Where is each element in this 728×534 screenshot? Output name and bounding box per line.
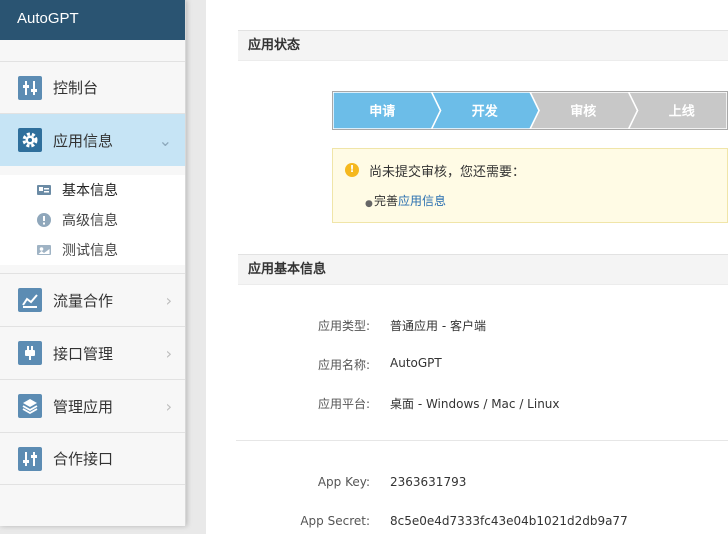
chevron-down-icon: ⌄	[158, 130, 172, 150]
field-value-app-secret: 8c5e0e4d7333fc43e04b1021d2db9a77	[390, 514, 628, 528]
warning-icon: !	[345, 163, 359, 177]
test-card-icon	[37, 243, 51, 257]
step-3-label: 审核	[570, 104, 596, 120]
sidebar-item-label: 控制台	[53, 79, 99, 97]
field-label-app-key: App Key:	[317, 475, 370, 489]
sliders-icon	[18, 446, 42, 471]
console-icon	[18, 75, 42, 100]
field-label-platform: 应用平台:	[317, 397, 370, 411]
layers-icon	[18, 394, 42, 418]
app-brand: AutoGPT	[0, 0, 185, 40]
info-icon	[37, 213, 51, 227]
sidebar-item-label: 接口管理	[53, 344, 114, 363]
chart-icon	[18, 288, 42, 312]
notice-box: ! 尚未提交审核，您还需要： ● 完善应用信息	[332, 148, 728, 223]
sidebar-item-manage-apps[interactable]: 管理应用 ›	[0, 379, 185, 432]
chevron-right-icon: ›	[165, 290, 172, 310]
subnav-item-label: 测试信息	[62, 243, 118, 259]
notice-todo: 完善应用信息	[374, 192, 446, 209]
subnav-item-label: 高级信息	[62, 213, 118, 229]
field-value-app-key: 2363631793	[390, 475, 467, 489]
bullet-dot: ●	[365, 199, 373, 209]
section-title-basic: 应用基本信息	[238, 254, 728, 285]
sidebar-item-label: 管理应用	[53, 397, 114, 416]
subnav-item-label: 基本信息	[62, 183, 118, 199]
step-1-label: 申请	[369, 104, 395, 120]
field-label-type: 应用类型:	[317, 319, 370, 333]
subnav-item-basic-info[interactable]: 基本信息	[0, 175, 185, 205]
gear-icon	[18, 128, 42, 152]
sidebar: AutoGPT 控制台 应用信息 ⌄ 基本信息 高级信息 测试信息 流量合作 ›…	[0, 0, 186, 526]
progress-steps: 申请 开发 审核 上线	[332, 91, 728, 130]
app-info-link[interactable]: 应用信息	[398, 194, 446, 208]
field-value-name: AutoGPT	[390, 356, 442, 370]
main-content: 应用状态 申请 开发 审核 上线 ! 尚未提交审核，您还需要： ● 完善应用信息 应用…	[206, 0, 728, 534]
sidebar-item-console[interactable]: 控制台	[0, 61, 185, 113]
divider	[236, 440, 728, 441]
step-2-label: 开发	[472, 104, 499, 120]
notice-title: 尚未提交审核，您还需要：	[369, 165, 526, 180]
sidebar-item-partner-api[interactable]: 合作接口	[0, 432, 185, 485]
section-title-status: 应用状态	[238, 30, 728, 61]
id-card-icon	[37, 183, 51, 197]
field-value-type: 普通应用 - 客户端	[390, 319, 486, 333]
sidebar-item-traffic[interactable]: 流量合作 ›	[0, 273, 185, 326]
sidebar-item-label: 应用信息	[53, 131, 114, 150]
plug-icon	[18, 341, 42, 365]
field-label-name: 应用名称:	[317, 358, 370, 372]
sidebar-item-app-info[interactable]: 应用信息 ⌄	[0, 113, 185, 166]
sidebar-item-api[interactable]: 接口管理 ›	[0, 326, 185, 379]
field-value-platform: 桌面 - Windows / Mac / Linux	[390, 397, 560, 411]
chevron-right-icon: ›	[165, 396, 172, 416]
step-4-label: 上线	[669, 104, 695, 120]
field-label-app-secret: App Secret:	[300, 514, 370, 528]
sidebar-item-label: 流量合作	[53, 291, 114, 310]
subnav-item-test-info[interactable]: 测试信息	[0, 235, 185, 265]
chevron-right-icon: ›	[165, 343, 172, 363]
steps-graphic: 申请 开发 审核 上线	[333, 92, 727, 129]
subnav-item-advanced-info[interactable]: 高级信息	[0, 205, 185, 235]
sidebar-item-label: 合作接口	[53, 450, 114, 468]
notice-todo-prefix: 完善	[374, 194, 399, 208]
